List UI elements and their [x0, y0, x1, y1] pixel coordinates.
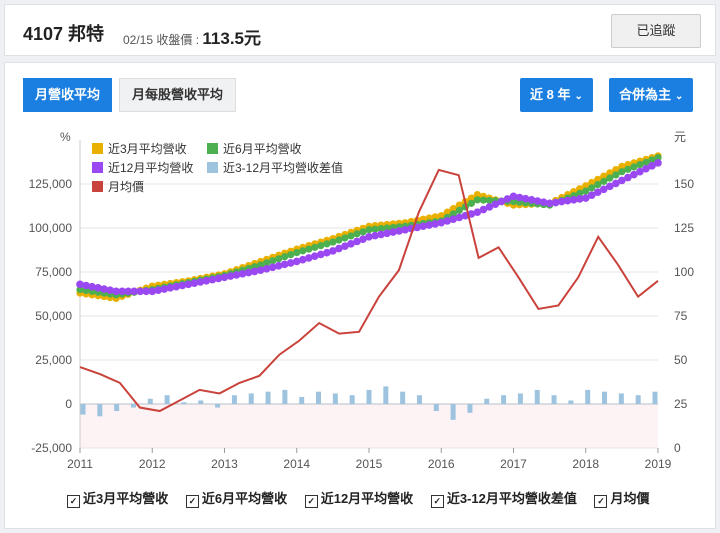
diff-bar — [450, 404, 456, 420]
diff-bar — [316, 391, 322, 404]
legend-ma3-swatch — [92, 143, 103, 154]
diff-bar — [484, 398, 490, 404]
legend-price-swatch — [92, 181, 103, 192]
diff-bar — [147, 398, 153, 404]
diff-bar — [517, 393, 523, 404]
y-tick-label-right: 150 — [674, 177, 694, 191]
legend-diff-swatch — [207, 162, 218, 173]
ma12-point — [654, 159, 662, 167]
y-tick-label-left: 50,000 — [35, 309, 72, 323]
diff-bar — [618, 393, 624, 404]
x-tick-label: 2014 — [283, 457, 310, 471]
x-tick-label: 2013 — [211, 457, 238, 471]
y-tick-label-left: 25,000 — [35, 353, 72, 367]
left-axis-unit: % — [60, 130, 71, 144]
diff-bar — [80, 404, 86, 415]
diff-bar — [652, 391, 658, 404]
y-tick-label-right: 25 — [674, 397, 688, 411]
y-tick-label-left: 75,000 — [35, 265, 72, 279]
diff-bar — [602, 391, 608, 404]
diff-bar — [164, 395, 170, 404]
diff-bar — [130, 404, 136, 408]
legend-price-label: 月均價 — [108, 180, 144, 194]
diff-bar — [181, 402, 187, 404]
legend-ma6-swatch — [207, 143, 218, 154]
diff-bar — [299, 396, 305, 404]
diff-bar — [568, 400, 574, 404]
ma6-point — [455, 206, 463, 214]
y-tick-label-right: 75 — [674, 309, 688, 323]
diff-bar — [635, 395, 641, 404]
diff-bar — [400, 391, 406, 404]
diff-bar — [97, 404, 103, 417]
diff-bar — [416, 395, 422, 404]
y-tick-label-right: 100 — [674, 265, 694, 279]
diff-bar — [231, 395, 237, 404]
diff-bar — [198, 400, 204, 404]
x-tick-label: 2019 — [645, 457, 672, 471]
y-tick-label-left: 125,000 — [29, 177, 73, 191]
x-tick-label: 2015 — [356, 457, 383, 471]
ma6-point — [467, 199, 475, 207]
diff-bar — [467, 404, 473, 413]
diff-bar — [383, 386, 389, 404]
revenue-chart: 125,000 100,000 75,000 50,000 25,000 0 -25,000… — [29, 130, 695, 471]
y-tick-label-left: -25,000 — [31, 441, 72, 455]
x-tick-label: 2012 — [139, 457, 166, 471]
legend-ma12-label: 近12月平均營收 — [108, 161, 193, 175]
diff-bar — [585, 389, 591, 404]
diff-bar — [433, 404, 439, 412]
diff-bar — [114, 404, 120, 412]
y-tick-label-right: 0 — [674, 441, 681, 455]
diff-bar — [215, 404, 221, 408]
legend-ma3-label: 近3月平均營收 — [108, 142, 187, 156]
diff-bar — [349, 395, 355, 404]
negative-band — [80, 404, 658, 448]
diff-bar — [501, 395, 507, 404]
legend-ma12-swatch — [92, 162, 103, 173]
x-tick-label: 2017 — [500, 457, 527, 471]
diff-bar — [248, 393, 254, 404]
right-axis-unit: 元 — [674, 130, 686, 144]
y-tick-label-right: 50 — [674, 353, 688, 367]
x-tick-label: 2018 — [572, 457, 599, 471]
y-tick-label-right: 125 — [674, 221, 694, 235]
x-tick-label: 2016 — [428, 457, 455, 471]
diff-bar — [282, 389, 288, 404]
legend-ma6-label: 近6月平均營收 — [223, 142, 302, 156]
legend-diff-label: 近3-12月平均營收差值 — [223, 160, 343, 175]
diff-bar — [534, 389, 540, 404]
diff-bar — [332, 393, 338, 404]
diff-bar — [551, 395, 557, 404]
diff-bar — [366, 389, 372, 404]
x-tick-label: 2011 — [67, 457, 93, 471]
diff-bar — [265, 391, 271, 404]
y-tick-label-left: 0 — [65, 397, 72, 411]
y-tick-label-left: 100,000 — [29, 221, 73, 235]
